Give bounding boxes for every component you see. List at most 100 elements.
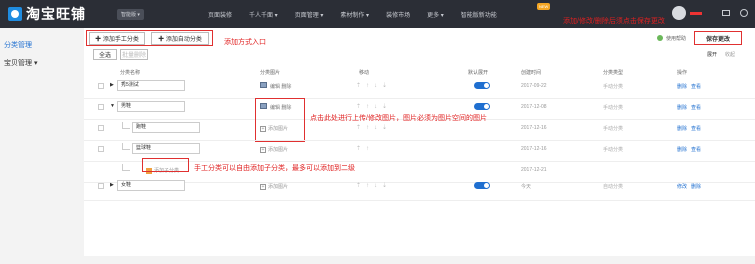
table-row: ▶ 女鞋 + 添加图片 ⇡↑↓⇣ 今天 自动分类 修改 删除 [84, 180, 755, 196]
created-date: 2017-12-16 [521, 146, 547, 152]
expand-caret-icon[interactable]: ▶ [110, 82, 114, 88]
nav-new-features[interactable]: 智能版新功能 [461, 10, 497, 19]
row-actions: 删除 查看 [677, 146, 705, 153]
move-arrows-icon[interactable]: ⇡↑ [356, 145, 374, 152]
username-redacted[interactable] [690, 12, 702, 15]
move-arrows-icon[interactable]: ⇡↑↓⇣ [356, 103, 392, 110]
category-image-thumb [260, 82, 267, 88]
taobao-logo[interactable]: 淘宝旺铺 [8, 4, 86, 24]
delete-link[interactable]: 删除 [691, 184, 701, 190]
header-name: 分类名称 [120, 70, 141, 76]
created-date: 2017-12-16 [521, 125, 547, 131]
category-type: 手动分类 [603, 126, 624, 132]
view-link[interactable]: 查看 [691, 147, 701, 153]
add-image-link[interactable]: + 添加图片 [260, 146, 288, 153]
collapse-all-link[interactable]: 收起 [725, 51, 735, 58]
row-checkbox[interactable] [98, 125, 104, 131]
move-arrows-icon[interactable]: ⇡↑↓⇣ [356, 82, 392, 89]
header-created: 创建时间 [521, 70, 542, 76]
add-image-link[interactable]: + 添加图片 [260, 183, 288, 190]
new-badge: NEW [537, 3, 551, 10]
view-link[interactable]: 查看 [691, 126, 701, 132]
move-arrows-icon[interactable]: ⇡↑↓⇣ [356, 182, 392, 189]
plus-icon: + [260, 147, 266, 153]
logo-text: 淘宝旺铺 [26, 6, 86, 22]
row-divider [84, 98, 755, 99]
table-row: 篮球鞋 + 添加图片 ⇡↑ 2017-12-16 手动分类 删除 查看 [84, 143, 755, 159]
nav-market[interactable]: 装修市场 [386, 10, 410, 19]
delete-link[interactable]: 删除 [677, 84, 687, 90]
tree-connector [122, 164, 130, 171]
expand-all-link[interactable]: 展开 [707, 51, 717, 58]
top-bar: 淘宝旺铺 智能版 ▾ 页面装修 千人千面 ▾ 页面管理 ▾ 素材制作 ▾ 装修市… [0, 0, 755, 28]
table-row: 跑鞋 + 添加图片 ⇡↑↓⇣ 2017-12-16 手动分类 删除 查看 [84, 122, 755, 138]
message-icon[interactable] [722, 10, 730, 16]
category-type: 手动分类 [603, 105, 624, 111]
row-divider [84, 140, 755, 141]
nav-page-decoration[interactable]: 页面装修 [208, 10, 232, 19]
save-reminder-annotation: 添加/修改/删除后须点击保存更改 [563, 18, 665, 25]
sidebar-item-category-management[interactable]: 分类管理 [4, 40, 32, 50]
row-actions: 修改 删除 [677, 183, 705, 190]
add-manual-category-button[interactable]: ✚ 添加手工分类 [89, 32, 145, 45]
category-panel: ✚ 添加手工分类 ✚ 添加自动分类 添加方式入口 全选 批量删除 使用帮助 保存… [84, 28, 755, 256]
created-date: 2017-12-21 [521, 167, 547, 173]
row-checkbox[interactable] [98, 104, 104, 110]
save-changes-button[interactable]: 保存更改 [694, 31, 742, 45]
row-divider [84, 200, 755, 201]
move-arrows-icon[interactable]: ⇡↑↓⇣ [356, 124, 392, 131]
plus-icon: + [260, 126, 266, 132]
store-version-dropdown[interactable]: 智能版 ▾ [117, 9, 144, 20]
sidebar-item-item-management[interactable]: 宝贝管理 ▾ [4, 58, 37, 68]
image-edit-links[interactable]: 编辑 删除 [270, 83, 291, 90]
category-name-input[interactable]: 秀5测试 [117, 80, 185, 91]
nav-more[interactable]: 更多 ▾ [427, 10, 444, 19]
top-nav: 页面装修 千人千面 ▾ 页面管理 ▾ 素材制作 ▾ 装修市场 更多 ▾ 智能版新… [208, 10, 514, 19]
expand-caret-icon[interactable]: ▶ [110, 182, 114, 188]
category-name-input[interactable]: 男鞋 [117, 101, 185, 112]
delete-link[interactable]: 删除 [677, 147, 687, 153]
avatar[interactable] [672, 6, 686, 20]
edit-link[interactable]: 修改 [677, 184, 687, 190]
select-all-checkbox[interactable]: 全选 [93, 49, 117, 60]
header-move: 移动 [359, 70, 370, 76]
add-auto-category-button[interactable]: ✚ 添加自动分类 [151, 32, 209, 45]
default-expand-toggle[interactable] [474, 182, 490, 189]
category-type: 自动分类 [603, 184, 624, 190]
delete-link[interactable]: 删除 [677, 126, 687, 132]
view-link[interactable]: 查看 [691, 105, 701, 111]
category-name-input[interactable]: 篮球鞋 [132, 143, 200, 154]
row-checkbox[interactable] [98, 183, 104, 189]
header-default-expand: 默认展开 [468, 70, 489, 76]
help-icon[interactable] [657, 35, 663, 41]
tree-connector [122, 122, 130, 129]
delete-link[interactable]: 删除 [677, 105, 687, 111]
category-type: 手动分类 [603, 147, 624, 153]
header-image: 分类图片 [260, 70, 281, 76]
tree-connector [122, 143, 130, 150]
row-checkbox[interactable] [98, 146, 104, 152]
created-date: 今天 [521, 184, 532, 190]
batch-delete-button[interactable]: 批量删除 [120, 49, 148, 60]
row-actions: 删除 查看 [677, 125, 705, 132]
created-date: 2017-09-22 [521, 83, 547, 89]
help-link[interactable]: 使用帮助 [666, 35, 686, 42]
category-name-input[interactable]: 跑鞋 [132, 122, 200, 133]
nav-material[interactable]: 素材制作 ▾ [340, 10, 369, 19]
collapse-caret-icon[interactable]: ▼ [110, 103, 115, 109]
add-child-annotation: 手工分类可以自由添加子分类，最多可以添加到二级 [194, 165, 355, 172]
nav-page-management[interactable]: 页面管理 ▾ [295, 10, 324, 19]
created-date: 2017-12-08 [521, 104, 547, 110]
default-expand-toggle[interactable] [474, 82, 490, 89]
row-actions: 删除 查看 [677, 83, 705, 90]
add-image-link[interactable]: + 添加图片 [260, 125, 288, 132]
add-method-annotation: 添加方式入口 [224, 39, 266, 46]
default-expand-toggle[interactable] [474, 103, 490, 110]
view-link[interactable]: 查看 [691, 84, 701, 90]
nav-personalization[interactable]: 千人千面 ▾ [249, 10, 278, 19]
settings-icon[interactable] [740, 9, 748, 17]
header-type: 分类类型 [603, 70, 624, 76]
row-checkbox[interactable] [98, 83, 104, 89]
category-name-input[interactable]: 女鞋 [117, 180, 185, 191]
sidebar: 分类管理 宝贝管理 ▾ [0, 28, 80, 264]
